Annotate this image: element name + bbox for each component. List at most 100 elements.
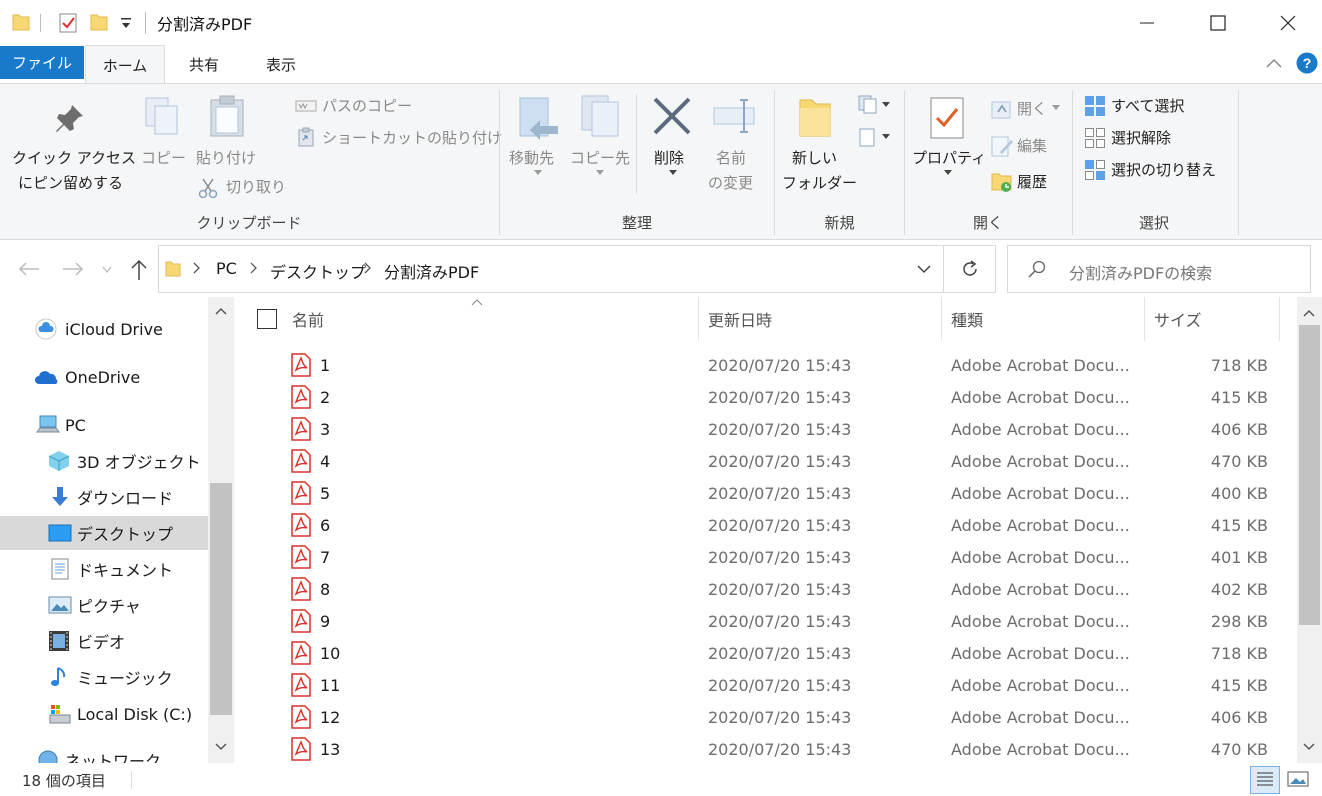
tab-share[interactable]: 共有 [170,45,238,83]
nav-scroll-thumb[interactable] [210,483,232,715]
breadcrumb-desktop[interactable]: デスクトップ [270,259,366,283]
chevron-right-icon[interactable] [193,262,201,274]
history-button[interactable]: 履歴 [1017,170,1047,194]
properties-quick-access-icon[interactable] [58,12,78,34]
copy-to-button[interactable]: コピー先 [570,146,630,170]
large-icons-view-button[interactable] [1286,769,1310,789]
nav-item-local-disk[interactable]: Local Disk (C:) [0,697,208,731]
forward-icon[interactable] [62,261,84,277]
table-row[interactable]: 13 2020/07/20 15:43 Adobe Acrobat Docu... 4… [237,734,1297,763]
scroll-up-icon[interactable] [215,307,227,315]
select-all-button[interactable]: すべて選択 [1111,94,1184,118]
details-view-button[interactable] [1250,766,1280,794]
table-row[interactable]: 11 2020/07/20 15:43 Adobe Acrobat Docu... 4… [237,670,1297,702]
table-row[interactable]: 8 2020/07/20 15:43 Adobe Acrobat Docu... 40… [237,574,1297,606]
table-row[interactable]: 6 2020/07/20 15:43 Adobe Acrobat Docu... 41… [237,510,1297,542]
search-box[interactable]: 分割済みPDFの検索 [1007,245,1311,293]
scroll-down-icon[interactable] [1303,743,1315,751]
edit-button[interactable]: 編集 [1017,134,1047,158]
column-header-type[interactable]: 種類 [951,307,983,331]
table-row[interactable]: 3 2020/07/20 15:43 Adobe Acrobat Docu... 40… [237,414,1297,446]
scroll-up-icon[interactable] [1303,309,1315,317]
nav-item-pictures[interactable]: ピクチャ [0,588,208,622]
table-row[interactable]: 9 2020/07/20 15:43 Adobe Acrobat Docu... 29… [237,606,1297,638]
table-row[interactable]: 10 2020/07/20 15:43 Adobe Acrobat Docu... 7… [237,638,1297,670]
open-button[interactable]: 開く [1017,97,1047,121]
breadcrumb-current[interactable]: 分割済みPDF [384,259,479,283]
up-icon[interactable] [130,259,148,281]
delete-button[interactable]: 削除 [654,146,684,170]
rename-button-2[interactable]: の変更 [708,171,753,195]
pin-quick-access-label-2[interactable]: にピン留めする [18,171,123,195]
item-count: 18 個の項目 [22,772,106,790]
column-header-name[interactable]: 名前 [292,307,324,331]
column-divider[interactable] [941,297,942,341]
table-row[interactable]: 12 2020/07/20 15:43 Adobe Acrobat Docu... 4… [237,702,1297,734]
collapse-ribbon-icon[interactable] [1266,57,1282,69]
file-date: 2020/07/20 15:43 [708,516,852,535]
minimize-button[interactable] [1123,0,1171,45]
column-header-size[interactable]: サイズ [1154,307,1202,331]
nav-item-documents[interactable]: ドキュメント [0,552,208,586]
back-icon[interactable] [18,261,40,277]
network-icon [36,749,58,763]
file-list-scroll-thumb[interactable] [1299,325,1320,625]
nav-item-pc[interactable]: PC [0,408,208,442]
help-icon[interactable]: ? [1296,52,1318,74]
cut-button[interactable]: 切り取り [226,175,286,199]
file-list: 名前 更新日時 種類 サイズ 1 2020/07/20 15:43 Adobe Ac… [237,297,1297,763]
table-row[interactable]: 7 2020/07/20 15:43 Adobe Acrobat Docu... 40… [237,542,1297,574]
chevron-right-icon[interactable] [250,262,258,274]
paste-shortcut-button[interactable]: ショートカットの貼り付け [322,126,502,150]
properties-button[interactable]: プロパティ [912,146,986,170]
table-row[interactable]: 5 2020/07/20 15:43 Adobe Acrobat Docu... 40… [237,478,1297,510]
copy-button[interactable]: コピー [141,146,186,170]
table-row[interactable]: 4 2020/07/20 15:43 Adobe Acrobat Docu... 47… [237,446,1297,478]
rename-button[interactable]: 名前 [716,146,746,170]
chevron-right-icon[interactable] [364,262,372,274]
breadcrumb-pc[interactable]: PC [216,259,237,278]
file-date: 2020/07/20 15:43 [708,580,852,599]
column-divider[interactable] [1279,297,1280,341]
table-row[interactable]: 2 2020/07/20 15:43 Adobe Acrobat Docu... 41… [237,382,1297,414]
nav-item-desktop[interactable]: デスクトップ [0,516,208,550]
nav-item-3d-objects[interactable]: 3D オブジェクト [0,444,208,478]
refresh-icon[interactable] [961,260,979,278]
tab-home[interactable]: ホーム [85,45,165,84]
move-to-button[interactable]: 移動先 [509,146,554,170]
recent-locations-icon[interactable] [102,266,112,274]
address-dropdown-icon[interactable] [917,265,931,274]
nav-item-network[interactable]: ネットワーク [0,743,208,763]
pin-quick-access-label[interactable]: クイック アクセス [12,146,136,170]
nav-item-downloads[interactable]: ダウンロード [0,480,208,514]
tab-view[interactable]: 表示 [246,45,316,83]
file-list-scrollbar[interactable] [1297,297,1322,763]
pdf-file-icon [291,513,311,537]
nav-item-onedrive[interactable]: OneDrive [0,360,208,394]
tab-file[interactable]: ファイル [0,46,84,79]
close-button[interactable] [1264,0,1312,45]
copy-path-button[interactable]: パスのコピー [322,94,412,118]
column-divider[interactable] [1144,297,1145,341]
select-all-checkbox[interactable] [257,309,277,329]
customize-quick-access-icon[interactable] [120,16,132,30]
easy-access-icon[interactable] [858,126,892,148]
new-folder-button[interactable]: 新しい [792,146,837,170]
new-item-icon[interactable] [858,94,892,114]
nav-item-icloud[interactable]: iCloud Drive [0,312,208,346]
paste-button[interactable]: 貼り付け [196,146,256,170]
table-row[interactable]: 1 2020/07/20 15:43 Adobe Acrobat Docu... 71… [237,350,1297,382]
address-bar[interactable]: PC デスクトップ 分割済みPDF [158,245,996,293]
file-name: 10 [320,644,341,663]
new-folder-quick-access-icon[interactable] [90,12,108,32]
nav-item-videos[interactable]: ビデオ [0,624,208,658]
nav-item-music[interactable]: ミュージック [0,660,208,694]
select-none-button[interactable]: 選択解除 [1111,126,1171,150]
new-folder-button-2[interactable]: フォルダー [782,171,857,195]
column-divider[interactable] [698,297,699,341]
maximize-button[interactable] [1194,0,1242,45]
scroll-down-icon[interactable] [215,743,227,751]
invert-selection-button[interactable]: 選択の切り替え [1111,158,1216,182]
column-header-date[interactable]: 更新日時 [708,307,772,331]
nav-scrollbar[interactable] [208,297,234,763]
